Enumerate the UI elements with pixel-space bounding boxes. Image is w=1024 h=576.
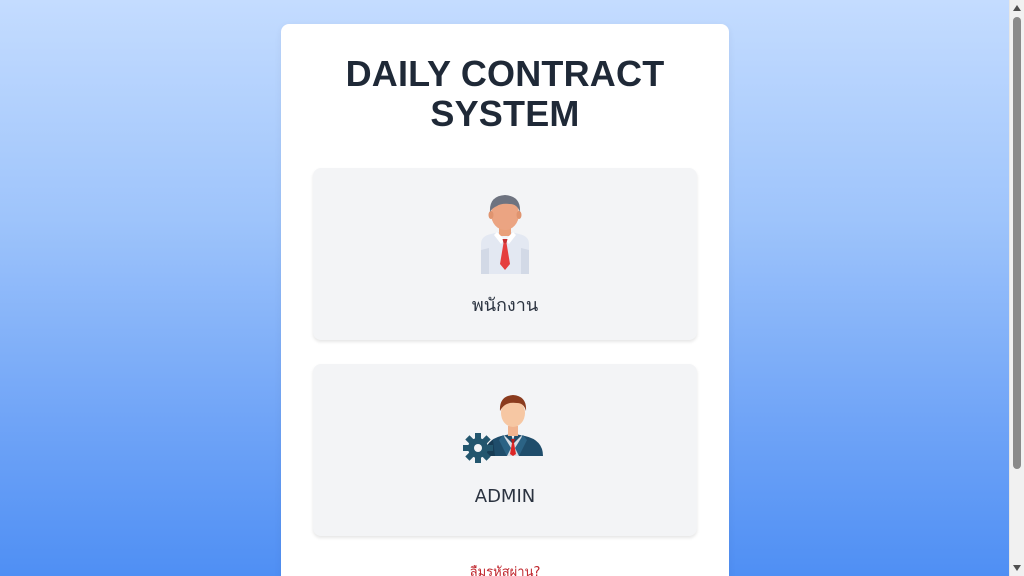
employee-role-label: พนักงาน [471, 295, 539, 316]
scroll-down-icon[interactable] [1013, 565, 1021, 571]
admin-role-label: ADMIN [474, 486, 536, 507]
page-title: DAILY CONTRACT SYSTEM [281, 54, 729, 134]
title-line-2: SYSTEM [430, 93, 580, 134]
scroll-up-icon[interactable] [1013, 5, 1021, 11]
admin-gear-icon [313, 386, 697, 471]
page-scrollbar[interactable] [1009, 0, 1024, 576]
forgot-password-link[interactable]: ลืมรหัสผ่าน? [281, 561, 729, 576]
scrollbar-thumb[interactable] [1013, 17, 1021, 469]
login-card: DAILY CONTRACT SYSTEM พนักงาน ADMIN ลืมร… [281, 24, 729, 576]
employee-icon [313, 190, 697, 279]
employee-role-button[interactable]: พนักงาน [313, 168, 697, 340]
title-line-1: DAILY CONTRACT [345, 53, 665, 94]
admin-role-button[interactable]: ADMIN [313, 364, 697, 536]
